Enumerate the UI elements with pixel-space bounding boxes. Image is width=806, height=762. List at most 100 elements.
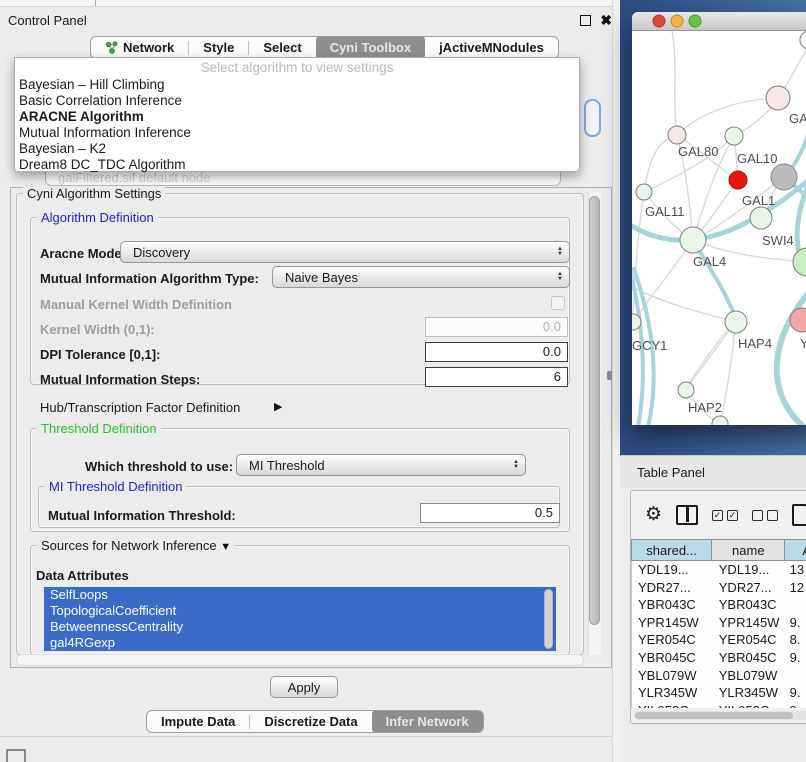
node-label: HAP2: [688, 400, 722, 415]
bottom-tabbar: Impute Data Discretize Data Infer Networ…: [146, 710, 484, 733]
node-label: GAL: [789, 111, 806, 126]
app-root: { "colors": { "selection_blue": "#3a6bc6…: [0, 0, 806, 762]
column-header-partial[interactable]: A: [785, 539, 806, 561]
attribute-item[interactable]: gal4RGexp: [44, 635, 556, 651]
table-row[interactable]: YLR345WYLR345W9.: [632, 684, 806, 702]
mi-steps-label: Mutual Information Steps:: [40, 372, 200, 387]
panel-divider[interactable]: [612, 0, 620, 762]
network-node[interactable]: [800, 31, 806, 49]
settings-scrollbar-thumb[interactable]: [589, 196, 600, 625]
tab-impute-data[interactable]: Impute Data: [147, 710, 249, 733]
attribute-item[interactable]: SelfLoops: [44, 587, 556, 603]
which-threshold-combo[interactable]: MI Threshold ▲▼: [236, 454, 526, 476]
split-columns-icon[interactable]: [676, 505, 698, 525]
mi-type-label: Mutual Information Algorithm Type:: [40, 271, 259, 286]
checked-boxes-icon[interactable]: ✓✓: [712, 510, 738, 521]
apply-button[interactable]: Apply: [270, 676, 338, 698]
tab-style[interactable]: Style: [189, 36, 248, 59]
attribute-list-scrollbar[interactable]: [544, 589, 553, 649]
mi-steps-field[interactable]: 6: [425, 367, 568, 387]
obscured-focus-ring: [584, 99, 601, 137]
kernel-width-field[interactable]: 0.0: [425, 317, 568, 337]
manual-kernel-checkbox[interactable]: [551, 296, 565, 310]
float-window-icon[interactable]: [580, 15, 591, 26]
group-title: Cyni Algorithm Settings: [23, 186, 165, 201]
network-node-gray[interactable]: [771, 164, 797, 190]
mi-threshold-field[interactable]: 0.5: [420, 503, 560, 523]
network-node-gal10[interactable]: [725, 127, 743, 145]
obscured-combo[interactable]: galFiltered.sif default node: [45, 172, 561, 186]
network-window[interactable]: GAL GAL80 GAL10 GAL1 GAL11 SWI4 GAL4 GCY…: [632, 12, 806, 425]
expand-right-arrow-icon[interactable]: ▶: [274, 400, 282, 413]
divider-grip-icon[interactable]: [607, 371, 612, 380]
attribute-item[interactable]: TopologicalCoefficient: [44, 603, 556, 619]
dropdown-item[interactable]: Bayesian – Hill Climbing: [15, 77, 579, 93]
settings-hscrollbar[interactable]: [16, 654, 584, 666]
column-header-shared-name[interactable]: shared...: [631, 539, 712, 561]
table-hscrollbar-thumb[interactable]: [635, 712, 793, 719]
dropdown-item[interactable]: Mutual Information Inference: [15, 125, 579, 141]
close-icon[interactable]: ✖: [600, 15, 612, 26]
table-row[interactable]: YIL053CYIL053C9: [632, 702, 806, 708]
network-node-swi4[interactable]: [793, 248, 806, 276]
group-title: Threshold Definition: [37, 421, 161, 436]
attribute-item[interactable]: BetweennessCentrality: [44, 619, 556, 635]
dropdown-item[interactable]: Bayesian – K2: [15, 141, 579, 157]
gear-icon[interactable]: ⚙: [645, 505, 662, 525]
table-hscrollbar[interactable]: [634, 711, 806, 720]
table-row[interactable]: YDL19...YDL19...13: [632, 561, 806, 579]
tab-select[interactable]: Select: [249, 36, 315, 59]
which-threshold-label: Which threshold to use:: [85, 459, 233, 474]
dpi-tolerance-field[interactable]: 0.0: [425, 342, 568, 362]
tab-network[interactable]: Network: [91, 36, 188, 59]
network-node-gal1[interactable]: [750, 207, 772, 229]
aracne-mode-label: Aracne Mode:: [40, 246, 126, 261]
network-node-gal4[interactable]: [680, 227, 706, 253]
group-title: Sources for Network Inference ▼: [37, 538, 235, 553]
tab-discretize-data[interactable]: Discretize Data: [250, 710, 371, 733]
table-row[interactable]: YBR045CYBR045C9.: [632, 649, 806, 667]
table-row[interactable]: YPR145WYPR145W9.: [632, 614, 806, 632]
stepper-arrows-icon: ▲▼: [557, 247, 563, 257]
tab-jactivemnodules[interactable]: jActiveMNodules: [425, 36, 558, 59]
network-node-gal[interactable]: [766, 86, 790, 110]
table-rows: YDL19...YDL19...13 YDR27...YDR27...12 YB…: [631, 561, 806, 708]
control-panel-titlebar: Control Panel ✖: [0, 8, 620, 32]
control-panel-title: Control Panel: [8, 13, 580, 28]
top-strip-divider: [95, 0, 96, 6]
network-node-hap2[interactable]: [678, 382, 694, 398]
table-row[interactable]: YBL079WYBL079W: [632, 667, 806, 685]
table-header: shared... name A: [631, 539, 806, 561]
close-traffic-light[interactable]: [653, 15, 665, 27]
document-icon[interactable]: [792, 504, 806, 526]
stepper-arrows-icon: ▲▼: [557, 272, 563, 282]
tab-cyni-toolbox[interactable]: Cyni Toolbox: [316, 36, 425, 59]
table-row[interactable]: YER054CYER054C8.: [632, 631, 806, 649]
minimize-traffic-light[interactable]: [671, 15, 683, 27]
network-node-gal11[interactable]: [636, 184, 652, 200]
dropdown-item[interactable]: Dream8 DC_TDC Algorithm: [15, 157, 579, 173]
mi-type-combo[interactable]: Naive Bayes ▲▼: [272, 266, 570, 288]
network-node-gal80[interactable]: [668, 126, 686, 144]
network-canvas[interactable]: GAL GAL80 GAL10 GAL1 GAL11 SWI4 GAL4 GCY…: [632, 31, 806, 425]
panel-grip[interactable]: [6, 749, 26, 762]
node-label: GAL10: [737, 151, 777, 166]
table-row[interactable]: YBR043CYBR043C: [632, 596, 806, 614]
network-node-selected-red[interactable]: [729, 171, 747, 189]
unchecked-boxes-icon[interactable]: [752, 510, 778, 521]
stepper-arrows-icon: ▲▼: [513, 460, 519, 470]
dropdown-item-aracne[interactable]: ARACNE Algorithm: [15, 109, 579, 125]
network-node-hap4[interactable]: [725, 311, 747, 333]
dropdown-placeholder: Select algorithm to view settings: [15, 58, 579, 77]
network-node[interactable]: [712, 416, 728, 425]
table-row[interactable]: YDR27...YDR27...12: [632, 579, 806, 597]
collapse-down-arrow-icon[interactable]: ▼: [220, 541, 231, 553]
tab-infer-network[interactable]: Infer Network: [372, 710, 483, 733]
column-header-name[interactable]: name: [712, 539, 785, 561]
table-panel-title: Table Panel: [637, 465, 705, 480]
zoom-traffic-light[interactable]: [689, 15, 701, 27]
aracne-mode-combo[interactable]: Discovery ▲▼: [120, 241, 570, 263]
dropdown-item[interactable]: Basic Correlation Inference: [15, 93, 579, 109]
node-label: GAL4: [693, 254, 726, 269]
network-window-titlebar[interactable]: [632, 12, 806, 31]
